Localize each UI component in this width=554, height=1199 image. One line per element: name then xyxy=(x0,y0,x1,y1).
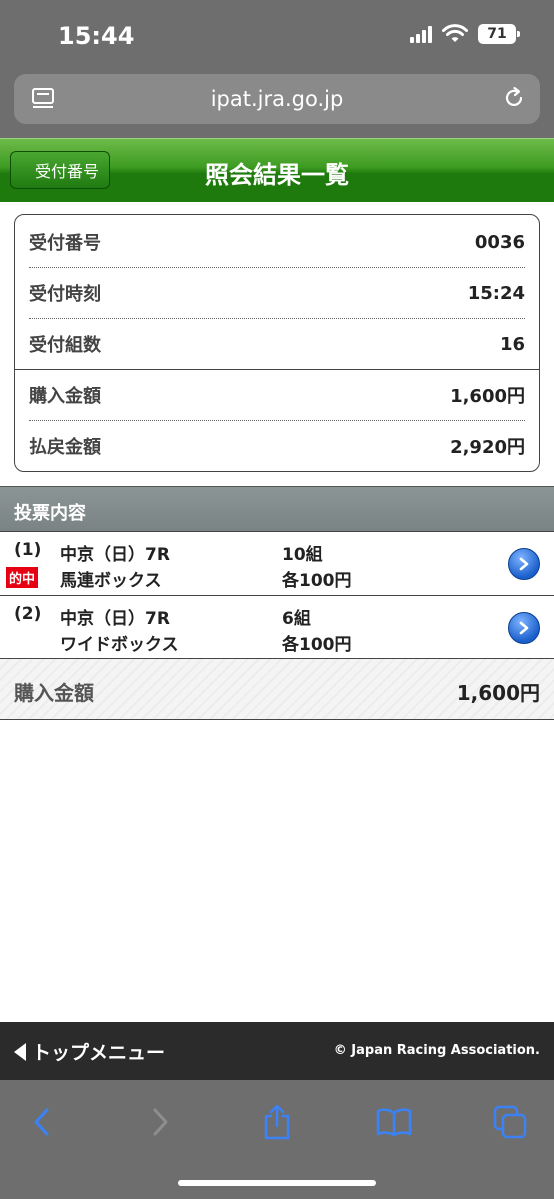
detail-arrow-icon[interactable] xyxy=(508,612,540,644)
payout-amount-row: 払戻金額 2,920円 xyxy=(29,421,525,471)
receipt-time-value: 15:24 xyxy=(467,282,525,304)
purchase-amount-value: 1,600円 xyxy=(450,386,525,407)
tabs-button[interactable] xyxy=(490,1102,530,1142)
top-menu-label: トップメニュー xyxy=(32,1042,166,1064)
combos-row: 受付組数 16 xyxy=(29,319,525,369)
forward-nav-button[interactable] xyxy=(140,1102,180,1142)
combos-value: 16 xyxy=(499,333,525,355)
url-bar[interactable]: ipat.jra.go.jp xyxy=(14,74,540,124)
bet-count: 10組 xyxy=(282,545,323,565)
back-triangle-icon xyxy=(14,1042,26,1061)
receipt-number-row: 受付番号 0036 xyxy=(29,217,525,267)
purchase-total-value: 1,600円 xyxy=(456,681,540,705)
battery-icon: 71 xyxy=(478,24,520,44)
receipt-number-value: 0036 xyxy=(474,231,525,253)
top-menu-link[interactable]: トップメニュー xyxy=(14,1038,165,1065)
browser-chrome: 15:44 71 ipat.jra.go.jp xyxy=(0,0,554,138)
page-title: 照会結果一覧 xyxy=(205,161,349,189)
tabs-icon xyxy=(493,1105,527,1139)
receipt-time-label: 受付時刻 xyxy=(29,284,101,305)
receipt-time-row: 受付時刻 15:24 xyxy=(29,268,525,318)
purchase-amount-label: 購入金額 xyxy=(29,386,101,407)
bet-type: ワイドボックス xyxy=(60,635,179,655)
bet-race: 中京（日）7R xyxy=(60,545,170,565)
share-button[interactable] xyxy=(257,1102,297,1142)
bet-number: (1) xyxy=(14,540,42,560)
combos-label: 受付組数 xyxy=(29,335,101,356)
nav-header: 受付番号 照会結果一覧 xyxy=(0,138,554,202)
purchase-total-label: 購入金額 xyxy=(14,681,94,705)
chevron-right-icon xyxy=(153,1108,168,1136)
section-header: 投票内容 xyxy=(0,486,554,532)
hit-badge: 的中 xyxy=(6,567,39,588)
payout-amount-label: 払戻金額 xyxy=(29,437,101,458)
book-icon xyxy=(376,1108,412,1137)
purchase-total-bar: 購入金額 1,600円 xyxy=(0,658,554,720)
home-indicator xyxy=(178,1180,376,1186)
bet-type: 馬連ボックス xyxy=(60,571,162,591)
receipt-number-label: 受付番号 xyxy=(29,233,101,254)
bet-count: 6組 xyxy=(282,609,311,629)
bet-row[interactable]: (1) 的中 中京（日）7R 馬連ボックス 10組 各100円 xyxy=(0,531,554,595)
bet-row[interactable]: (2) 中京（日）7R ワイドボックス 6組 各100円 xyxy=(0,595,554,659)
receipt-summary-card: 受付番号 0036 受付時刻 15:24 受付組数 16 購入金額 1,600円… xyxy=(14,214,540,472)
bet-race: 中京（日）7R xyxy=(60,609,170,629)
status-icons: 71 xyxy=(410,24,520,44)
copyright: © Japan Racing Association. xyxy=(333,1043,540,1058)
purchase-amount-row: 購入金額 1,600円 xyxy=(29,370,525,420)
bet-number: (2) xyxy=(14,604,42,624)
url-text: ipat.jra.go.jp xyxy=(210,87,344,111)
status-time: 15:44 xyxy=(58,22,135,50)
reload-icon[interactable] xyxy=(502,86,526,110)
detail-arrow-icon[interactable] xyxy=(508,548,540,580)
payout-amount-value: 2,920円 xyxy=(450,437,525,458)
cellular-signal-icon xyxy=(410,25,432,43)
share-icon xyxy=(264,1104,290,1140)
wifi-icon xyxy=(442,24,468,42)
footer: トップメニュー © Japan Racing Association. xyxy=(0,1022,554,1080)
bet-unit-price: 各100円 xyxy=(282,635,352,655)
back-nav-button[interactable] xyxy=(22,1102,62,1142)
bookmarks-button[interactable] xyxy=(374,1102,414,1142)
battery-level: 71 xyxy=(487,26,507,42)
chevron-left-icon xyxy=(34,1108,49,1136)
bet-unit-price: 各100円 xyxy=(282,571,352,591)
